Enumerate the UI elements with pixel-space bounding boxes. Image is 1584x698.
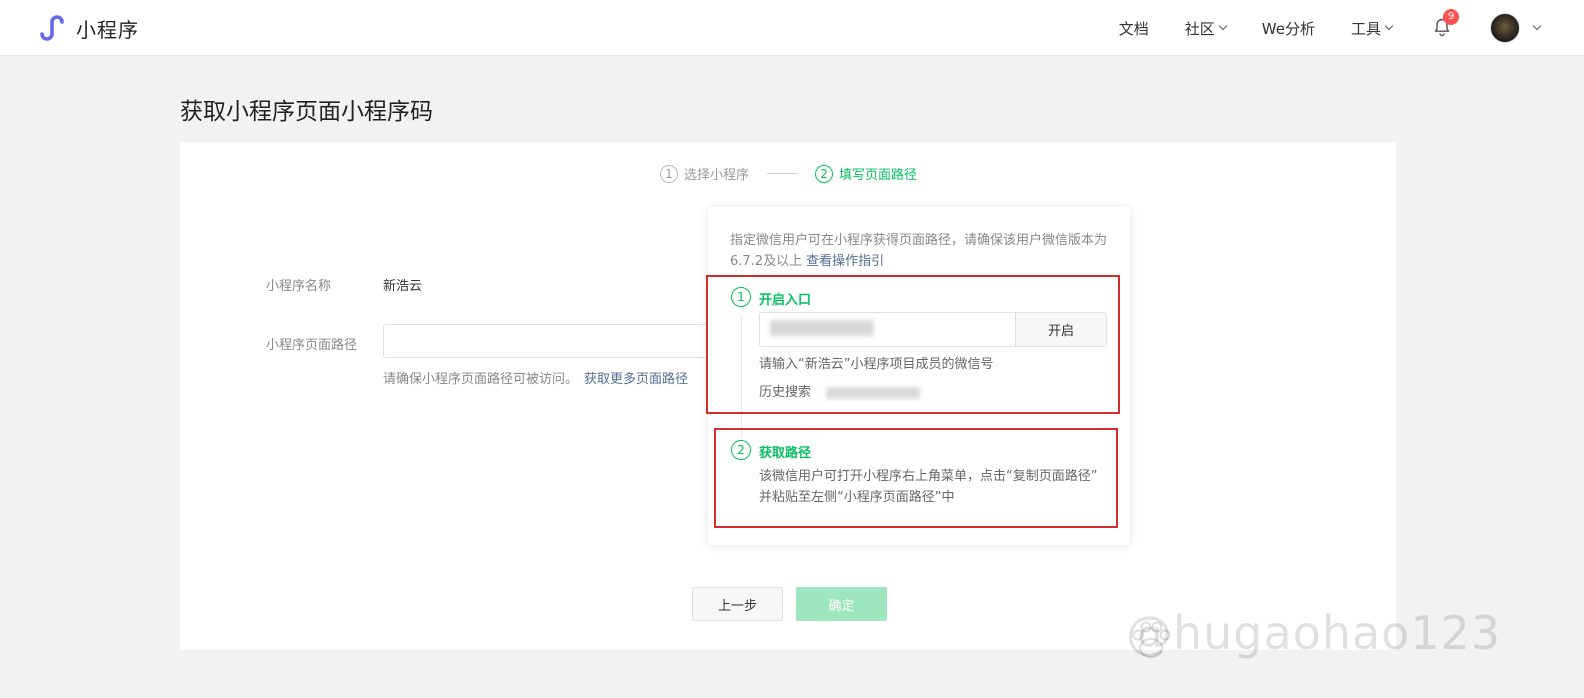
notification-button[interactable]: 9 bbox=[1432, 9, 1459, 39]
nav-item-tools[interactable]: 工具 bbox=[1350, 18, 1394, 39]
previous-step-button[interactable]: 上一步 bbox=[692, 587, 783, 621]
chevron-down-icon bbox=[1218, 21, 1228, 31]
step-divider bbox=[767, 173, 798, 174]
popover-description-text: 指定微信用户可在小程序获得页面路径，请确保该用户微信版本为6.7.2及以上 bbox=[730, 233, 1108, 269]
annotation-box-enable-entry bbox=[706, 275, 1120, 414]
step-indicator: 1 选择小程序 2 填写页面路径 bbox=[660, 164, 917, 183]
page-title: 获取小程序页面小程序码 bbox=[180, 99, 433, 125]
miniprogram-name-value: 新浩云 bbox=[383, 279, 423, 294]
nav-menu: 文档 社区 We分析 工具 9 bbox=[1083, 0, 1542, 56]
annotation-box-get-path bbox=[714, 428, 1118, 528]
logo[interactable]: 小程序 bbox=[36, 12, 139, 44]
notification-badge: 9 bbox=[1443, 9, 1459, 25]
step-select-miniprogram: 1 选择小程序 bbox=[660, 164, 749, 183]
nav-item-label: 文档 bbox=[1118, 19, 1149, 38]
logo-text: 小程序 bbox=[76, 17, 139, 42]
chevron-down-icon[interactable] bbox=[1532, 21, 1542, 31]
avatar[interactable] bbox=[1490, 13, 1520, 43]
page-path-hint: 请确保小程序页面路径可被访问。 获取更多页面路径 bbox=[383, 368, 688, 387]
nav-item-label: We分析 bbox=[1261, 19, 1315, 38]
step-number: 2 bbox=[815, 164, 834, 183]
miniprogram-name-label: 小程序名称 bbox=[266, 279, 332, 294]
mini-program-logo-icon bbox=[40, 15, 64, 41]
chevron-down-icon bbox=[1384, 21, 1394, 31]
page-path-hint-text: 请确保小程序页面路径可被访问。 bbox=[383, 372, 579, 387]
page-path-label: 小程序页面路径 bbox=[266, 338, 358, 353]
step-label: 填写页面路径 bbox=[839, 168, 918, 183]
page-path-input[interactable] bbox=[383, 324, 723, 358]
step-label: 选择小程序 bbox=[684, 168, 750, 183]
top-navigation-bar: 小程序 文档 社区 We分析 工具 9 bbox=[0, 0, 1584, 56]
more-page-paths-link[interactable]: 获取更多页面路径 bbox=[584, 372, 688, 387]
confirm-button[interactable]: 确定 bbox=[796, 587, 887, 621]
watermark-text: @hugaohao123 bbox=[1126, 606, 1502, 660]
nav-item-label: 社区 bbox=[1184, 19, 1215, 38]
nav-item-docs[interactable]: 文档 bbox=[1119, 18, 1149, 39]
nav-item-label: 工具 bbox=[1350, 19, 1381, 38]
nav-item-we-analysis[interactable]: We分析 bbox=[1262, 18, 1315, 39]
nav-item-community[interactable]: 社区 bbox=[1184, 18, 1228, 39]
step-number: 1 bbox=[660, 164, 678, 183]
popover-description: 指定微信用户可在小程序获得页面路径，请确保该用户微信版本为6.7.2及以上 查看操… bbox=[730, 230, 1120, 272]
step-fill-page-path: 2 填写页面路径 bbox=[815, 164, 917, 183]
operation-guide-link[interactable]: 查看操作指引 bbox=[806, 254, 884, 269]
